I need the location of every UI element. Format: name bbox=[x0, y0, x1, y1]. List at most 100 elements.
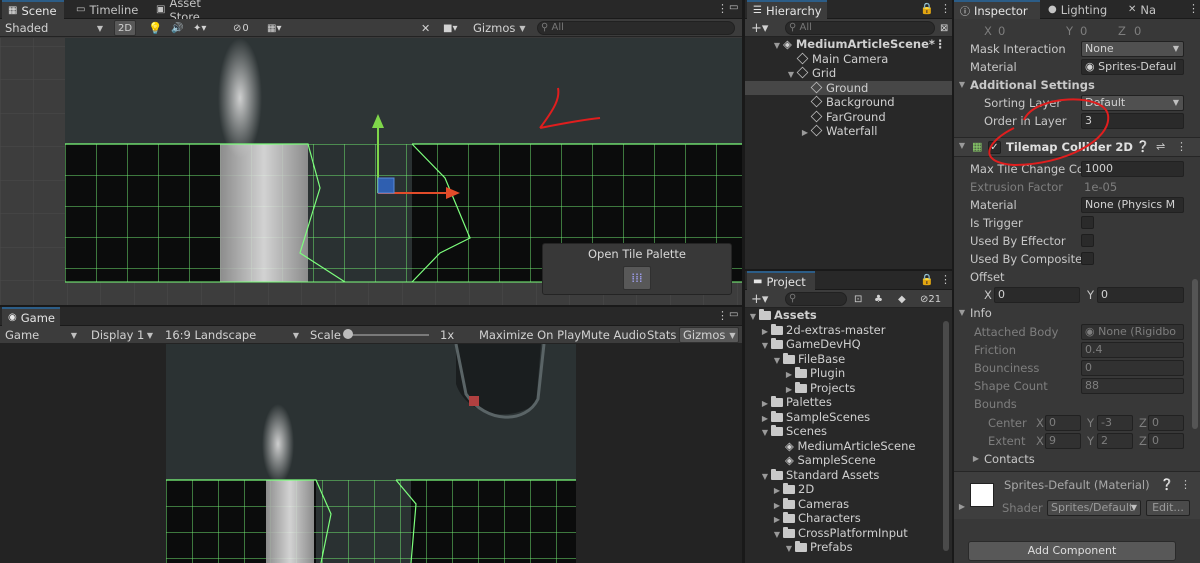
folder-icon bbox=[783, 526, 795, 538]
folder-icon bbox=[771, 323, 783, 335]
search-icon: ⚲ bbox=[789, 22, 800, 33]
aspect-dropdown[interactable]: 16:9 Landscape ▼ bbox=[162, 327, 302, 343]
hidden-packages-icon[interactable]: ⊘ 21 bbox=[917, 291, 944, 307]
project-item[interactable]: ▼ CrossPlatformInput bbox=[745, 526, 952, 541]
shading-dropdown[interactable]: Shaded ▼ bbox=[2, 20, 106, 36]
lock-icon[interactable]: 🔒 bbox=[920, 2, 934, 15]
project-item[interactable]: ▼ Scenes bbox=[745, 424, 952, 439]
mute-audio-button[interactable]: Mute Audio bbox=[578, 327, 649, 343]
more-options-icon[interactable]: ⋮ bbox=[717, 309, 728, 322]
project-item[interactable]: ▶ 2D bbox=[745, 482, 952, 497]
project-item[interactable]: ▶ SampleScenes bbox=[745, 410, 952, 425]
visibility-icon[interactable]: ⊘ 0 bbox=[230, 20, 252, 36]
hierarchy-item[interactable]: Background bbox=[745, 95, 952, 110]
search-by-type-icon[interactable]: ⊡ bbox=[851, 291, 865, 307]
tile-palette-overlay: Open Tile Palette ⁞⁞⁞ bbox=[542, 243, 732, 295]
project-item[interactable]: ▶ Palettes bbox=[745, 395, 952, 410]
project-item[interactable]: ▶ Projects bbox=[745, 381, 952, 396]
chevron-right-icon: ▶ bbox=[801, 128, 809, 137]
more-options-icon[interactable]: ⋮ bbox=[940, 273, 951, 286]
create-plus-icon[interactable]: +▾ bbox=[748, 291, 771, 307]
tab-game[interactable]: ◉ Game bbox=[2, 307, 60, 326]
game-gizmos-dropdown[interactable]: Gizmos ▼ bbox=[679, 327, 739, 343]
tab-scene[interactable]: ▦ Scene bbox=[2, 0, 64, 19]
hierarchy-search-input[interactable]: ⚲ All bbox=[785, 21, 935, 35]
hierarchy-item[interactable]: FarGround bbox=[745, 110, 952, 125]
audio-icon[interactable]: 🔊 bbox=[168, 20, 186, 36]
2d-toggle[interactable]: 2D bbox=[114, 20, 136, 36]
project-item[interactable]: ▼ Prefabs bbox=[745, 540, 952, 555]
tab-project[interactable]: ▬ Project bbox=[747, 271, 815, 290]
filter-icon[interactable]: ♣ bbox=[871, 291, 886, 307]
store-icon: ▣ bbox=[156, 4, 166, 15]
folder-icon bbox=[783, 483, 795, 494]
camera-icon[interactable]: ■▾ bbox=[440, 20, 460, 36]
scene-viewport[interactable]: Open Tile Palette ⁞⁞⁞ bbox=[0, 38, 742, 305]
scene-panel: ▦ Scene ▭ Timeline ▣ Asset Store ⋮ ▭ Shaded… bbox=[0, 0, 742, 305]
maximize-icon[interactable]: ▭ bbox=[729, 2, 738, 13]
chevron-down-icon: ▼ bbox=[785, 544, 793, 553]
folder-icon bbox=[795, 367, 807, 378]
project-item[interactable]: ▶ Characters bbox=[745, 511, 952, 526]
palette-icon: ⁞⁞⁞ bbox=[631, 271, 643, 285]
project-item[interactable]: ▼ GameDevHQ bbox=[745, 337, 952, 352]
tab-hierarchy[interactable]: ☰ Hierarchy bbox=[747, 0, 827, 19]
project-item[interactable]: ▶ Cameras bbox=[745, 497, 952, 512]
chevron-down-icon: ▼ bbox=[292, 330, 299, 340]
hierarchy-item[interactable]: Main Camera bbox=[745, 52, 952, 67]
create-plus-icon[interactable]: +▾ bbox=[748, 20, 771, 36]
more-options-icon[interactable]: ⋮ bbox=[717, 2, 728, 15]
scene-row[interactable]: ▼ ◈ MediumArticleScene* ⋮ bbox=[745, 37, 952, 52]
project-tabbar: ▬ Project 🔒 ⋮ bbox=[745, 271, 952, 290]
lighting-icon[interactable]: 💡 bbox=[145, 20, 165, 36]
project-tree: ▼ Assets ▶ 2d-extras-master ▼ GameDevHQ ▼ Fi… bbox=[745, 308, 952, 563]
search-icon: ⚲ bbox=[789, 293, 797, 304]
game-toolbar: Game ▼ Display 1 ▼ 16:9 Landscape ▼ Scale 1… bbox=[0, 326, 742, 344]
hierarchy-item-selected[interactable]: Ground bbox=[745, 80, 952, 95]
hierarchy-tree: ▼ ◈ MediumArticleScene* ⋮ Main Camera ▼ Gri… bbox=[745, 37, 952, 269]
stats-button[interactable]: Stats bbox=[644, 327, 679, 343]
project-item[interactable]: ◈ SampleScene bbox=[745, 453, 952, 468]
gameobject-icon bbox=[810, 95, 823, 108]
project-item[interactable]: ▼ Standard Assets bbox=[745, 468, 952, 483]
project-item[interactable]: ▼ FileBase bbox=[745, 352, 952, 367]
move-gizmo-plane[interactable] bbox=[377, 177, 395, 194]
label-icon[interactable]: ◆ bbox=[895, 291, 909, 307]
tab-timeline[interactable]: ▭ Timeline bbox=[70, 0, 140, 19]
scale-slider-handle[interactable] bbox=[343, 329, 353, 339]
display-dropdown[interactable]: Display 1 ▼ bbox=[88, 327, 156, 343]
project-item[interactable]: ◈ MediumArticleScene bbox=[745, 439, 952, 454]
unity-scene-icon: ◈ bbox=[783, 37, 796, 51]
lock-icon[interactable]: 🔒 bbox=[920, 273, 934, 286]
maximize-on-play-button[interactable]: Maximize On Play bbox=[476, 327, 584, 343]
project-item[interactable]: ▶ Plugin bbox=[745, 366, 952, 381]
display-type-dropdown[interactable]: Game ▼ bbox=[2, 327, 80, 343]
tab-asset-store[interactable]: ▣ Asset Store bbox=[150, 0, 240, 24]
unity-scene-icon: ◈ bbox=[785, 453, 798, 467]
open-tile-palette-button[interactable]: ⁞⁞⁞ bbox=[623, 266, 651, 290]
project-item[interactable]: ▶ 2d-extras-master bbox=[745, 323, 952, 338]
game-view[interactable] bbox=[166, 344, 576, 563]
project-item[interactable]: ▼ Assets bbox=[745, 308, 952, 323]
game-panel: ◉ Game ⋮ ▭ Game ▼ Display 1 ▼ 16:9 Landscap… bbox=[0, 307, 742, 563]
effects-icon[interactable]: ✦▾ bbox=[190, 20, 209, 36]
folder-icon bbox=[771, 468, 783, 480]
hierarchy-panel: ☰ Hierarchy 🔒 ⋮ +▾ ⚲ All ⊠ ▼ ◈ MediumArtic… bbox=[745, 0, 952, 269]
folder-icon bbox=[771, 338, 783, 349]
filter-icon[interactable]: ⊠ bbox=[937, 20, 951, 36]
scene-toolbar: Shaded ▼ 2D 💡 🔊 ✦▾ ⊘ 0 ▦▾ ✕ ■▾ Gizmos ▼ ⚲ A… bbox=[0, 19, 742, 37]
hierarchy-item[interactable]: ▼ Grid bbox=[745, 66, 952, 81]
grid-toggle-icon[interactable]: ▦▾ bbox=[264, 20, 284, 36]
scale-slider-track[interactable] bbox=[344, 334, 429, 336]
more-options-icon[interactable]: ⋮ bbox=[935, 37, 947, 52]
hierarchy-item[interactable]: ▶ Waterfall bbox=[745, 124, 952, 139]
project-scrollbar[interactable] bbox=[943, 321, 949, 551]
tools-icon[interactable]: ✕ bbox=[418, 20, 433, 36]
scale-label: Scale bbox=[310, 328, 341, 342]
project-search-input[interactable]: ⚲ bbox=[785, 292, 847, 306]
more-options-icon[interactable]: ⋮ bbox=[940, 2, 951, 15]
scene-search-input[interactable]: ⚲ All bbox=[537, 21, 735, 35]
gizmos-dropdown[interactable]: Gizmos ▼ bbox=[470, 20, 529, 36]
maximize-icon[interactable]: ▭ bbox=[729, 309, 738, 320]
folder-icon bbox=[783, 352, 795, 364]
